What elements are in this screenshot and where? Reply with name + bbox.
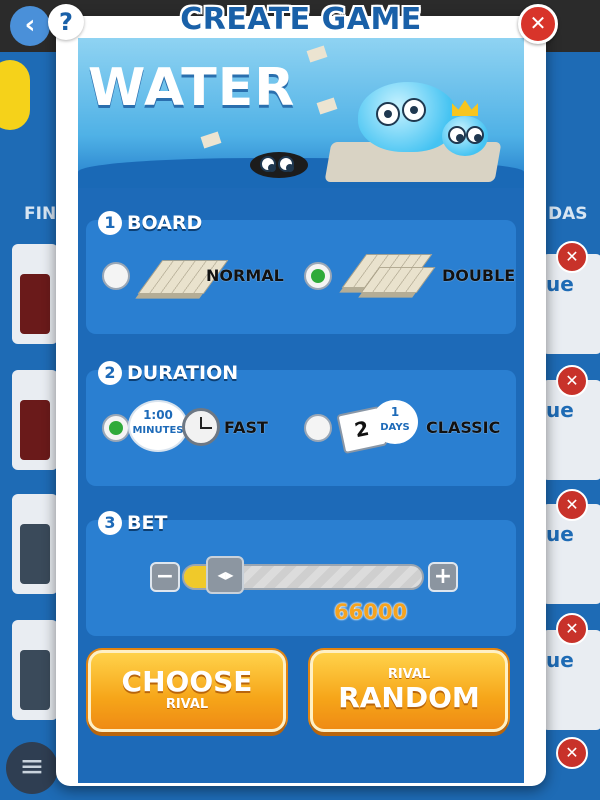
step-number-badge: 3 xyxy=(98,511,122,535)
background-close-icon[interactable]: ✕ xyxy=(556,737,588,769)
days-badge: 1 DAYS xyxy=(372,400,418,444)
duration-classic-label: CLASSIC xyxy=(426,418,501,437)
create-game-dialog: WATER 1 BOARD NORMAL DOUBLE 2 DURATION 1… xyxy=(48,2,558,786)
step-number-badge: 2 xyxy=(98,361,122,385)
board-normal-radio[interactable] xyxy=(102,262,130,290)
bet-increase-button[interactable]: + xyxy=(428,562,458,592)
hamburger-menu-icon[interactable]: ≡ xyxy=(6,742,58,794)
random-rival-main-label: RANDOM xyxy=(338,681,480,714)
duration-classic-radio[interactable] xyxy=(304,414,332,442)
clock-icon xyxy=(182,408,220,446)
background-list-item xyxy=(12,494,58,594)
duration-heading: 2 DURATION xyxy=(98,361,238,385)
duration-fast-radio[interactable] xyxy=(102,414,130,442)
bet-heading: 3 BET xyxy=(98,511,167,535)
board-panel: 1 BOARD NORMAL DOUBLE xyxy=(86,211,516,334)
background-label-right: DAS xyxy=(548,204,588,224)
choose-rival-sub-label: RIVAL xyxy=(165,697,209,712)
background-close-icon[interactable]: ✕ xyxy=(556,613,588,645)
floating-tile-decoration xyxy=(200,131,222,149)
floating-tile-decoration xyxy=(316,97,338,115)
minutes-badge-value: 1:00 xyxy=(143,408,173,422)
bet-slider-thumb[interactable]: ◂▸ xyxy=(206,556,245,594)
dialog-title: CREATE GAME xyxy=(180,2,422,37)
floating-tile-decoration xyxy=(306,45,328,63)
water-blob-character-small xyxy=(442,116,488,156)
duration-title: DURATION xyxy=(127,362,239,384)
help-icon[interactable]: ? xyxy=(48,4,84,40)
bet-value: 66000 xyxy=(334,600,408,624)
board-title: BOARD xyxy=(127,212,203,234)
board-normal-label: NORMAL xyxy=(206,266,284,285)
bet-decrease-button[interactable]: − xyxy=(150,562,180,592)
crown-icon xyxy=(452,100,478,116)
bet-title: BET xyxy=(127,512,168,534)
background-close-icon[interactable]: ✕ xyxy=(556,365,588,397)
days-badge-value: 1 xyxy=(390,405,400,419)
background-list-item xyxy=(12,370,58,470)
choose-rival-button[interactable]: CHOOSE RIVAL xyxy=(88,650,286,732)
days-badge-unit: DAYS xyxy=(380,422,410,433)
background-list-item xyxy=(12,620,58,720)
minutes-badge: 1:00 MINUTES xyxy=(130,402,186,450)
background-decoration xyxy=(0,60,30,130)
choose-rival-main-label: CHOOSE xyxy=(121,665,253,698)
board-heading: 1 BOARD xyxy=(98,211,202,235)
background-close-icon[interactable]: ✕ xyxy=(556,241,588,273)
step-number-badge: 1 xyxy=(98,211,122,235)
random-rival-button[interactable]: RIVAL RANDOM xyxy=(310,650,508,732)
background-list-item: ue xyxy=(542,630,600,730)
duration-fast-label: FAST xyxy=(224,418,268,437)
background-close-icon[interactable]: ✕ xyxy=(556,489,588,521)
background-label-left: FIN xyxy=(24,204,57,224)
board-double-radio[interactable] xyxy=(304,262,332,290)
oil-blob-character xyxy=(250,152,308,178)
duration-panel: 2 DURATION 1:00 MINUTES FAST 2 1 DAYS CL… xyxy=(86,361,516,486)
hero-title: WATER xyxy=(88,58,296,118)
close-icon[interactable]: ✕ xyxy=(518,4,558,44)
background-list-item xyxy=(12,244,58,344)
minutes-badge-unit: MINUTES xyxy=(132,425,184,436)
hero-banner: WATER xyxy=(78,38,524,188)
bet-panel: 3 BET − ◂▸ + 66000 xyxy=(86,511,516,636)
board-double-label: DOUBLE xyxy=(442,266,516,285)
back-arrow-icon[interactable]: ‹ xyxy=(10,6,50,46)
